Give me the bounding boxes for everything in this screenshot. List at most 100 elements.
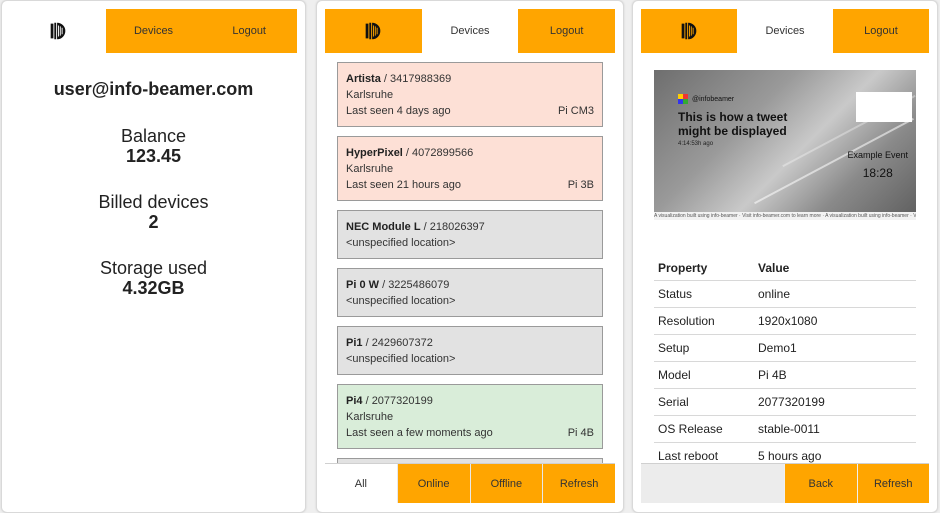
table-row: Last reboot 5 hours ago: [654, 442, 916, 463]
tab-logout[interactable]: Logout: [833, 9, 929, 53]
device-separator: /: [362, 337, 372, 349]
back-button[interactable]: Back: [784, 464, 857, 503]
tweet-time: 4:14:53h ago: [678, 141, 714, 147]
tab-devices[interactable]: Devices: [737, 9, 833, 53]
device-name: Pi1: [346, 337, 363, 349]
table-row: OS Release stable-0011: [654, 415, 916, 443]
property-value: Demo1: [754, 334, 916, 362]
device-serial: 4072899566: [412, 147, 474, 159]
storage-label: Storage used: [99, 258, 208, 278]
top-nav: Devices Logout: [10, 9, 297, 53]
news-ticker: A visualization built using info-beamer …: [654, 212, 916, 220]
action-bar-spacer: [641, 464, 784, 503]
table-row: Status online: [654, 280, 916, 308]
event-name: Example Event: [847, 150, 908, 160]
top-nav: Devices Logout: [641, 9, 929, 53]
info-beamer-logo-icon: [365, 22, 381, 40]
refresh-button[interactable]: Refresh: [542, 464, 615, 503]
screenshot-preview: @infobeamer This is how a tweet might be…: [654, 70, 916, 220]
device-serial: 2077320199: [371, 395, 433, 407]
device-location: Karlsruhe: [346, 411, 394, 423]
tab-logout[interactable]: Logout: [518, 9, 615, 53]
tweet-text: This is how a tweet might be displayed: [678, 110, 788, 138]
property-key: Serial: [654, 388, 754, 416]
device-location: <unspecified location>: [346, 237, 456, 249]
refresh-button[interactable]: Refresh: [856, 464, 929, 503]
billed-devices-value: 2: [148, 212, 159, 232]
device-detail[interactable]: @infobeamer This is how a tweet might be…: [641, 53, 929, 463]
table-row: Serial 2077320199: [654, 388, 916, 416]
device-card[interactable]: Pi4 / 2077320199 Karlsruhe Last seen a f…: [337, 384, 603, 449]
filter-bar: All Online Offline Refresh: [325, 463, 615, 503]
device-separator: /: [402, 147, 413, 159]
property-key: Resolution: [654, 307, 754, 335]
property-key: Status: [654, 280, 754, 308]
device-separator: /: [420, 221, 430, 233]
device-card[interactable]: Pi1 / 2429607372 <unspecified location>: [337, 326, 603, 375]
property-key: OS Release: [654, 415, 754, 443]
devices-panel: Devices Logout Artista / 3417988369 Karl…: [325, 9, 615, 503]
tab-devices[interactable]: Devices: [421, 9, 519, 53]
account-panel: Devices Logout user@info-beamer.com Bala…: [10, 9, 297, 503]
device-name: Pi 0 W: [346, 279, 380, 291]
event-box: Example Event 18:28: [847, 150, 908, 180]
device-serial: 3417988369: [390, 73, 452, 85]
device-location: Karlsruhe: [346, 89, 394, 101]
device-card[interactable]: HyperPixel / 4072899566 Karlsruhe Last s…: [337, 136, 603, 201]
device-separator: /: [380, 73, 391, 85]
column-header-property: Property: [654, 256, 754, 281]
device-separator: /: [379, 279, 389, 291]
device-model: Pi 3B: [567, 179, 594, 191]
property-value: 1920x1080: [754, 307, 916, 335]
device-last-seen: Last seen a few moments ago: [346, 427, 493, 439]
top-nav: Devices Logout: [325, 9, 615, 53]
device-last-seen: Last seen 21 hours ago: [346, 179, 461, 191]
device-detail-panel: Devices Logout @infobeamer This is how a…: [641, 9, 929, 503]
device-card[interactable]: Artista / 3417988369 Karlsruhe Last seen…: [337, 62, 603, 127]
device-separator: /: [362, 395, 372, 407]
table-header-row: Property Value: [654, 256, 916, 281]
filter-all-button[interactable]: All: [325, 464, 397, 503]
property-value: Pi 4B: [754, 361, 916, 389]
logo-tab[interactable]: [10, 9, 106, 53]
table-row: Model Pi 4B: [654, 361, 916, 389]
event-time: 18:28: [862, 166, 893, 180]
device-location: <unspecified location>: [346, 353, 456, 365]
device-list[interactable]: Artista / 3417988369 Karlsruhe Last seen…: [325, 53, 615, 463]
tab-devices[interactable]: Devices: [106, 9, 202, 53]
storage-stat: Storage used 4.32GB: [10, 258, 297, 298]
property-value: online: [754, 280, 916, 308]
table-row: Resolution 1920x1080: [654, 307, 916, 335]
balance-label: Balance: [120, 126, 187, 146]
filter-offline-button[interactable]: Offline: [469, 464, 543, 503]
device-card[interactable]: Pi 0 W / 3225486079 <unspecified locatio…: [337, 268, 603, 317]
device-model: Pi CM3: [557, 105, 594, 117]
property-value: 2077320199: [754, 388, 916, 416]
detail-action-bar: Back Refresh: [641, 463, 929, 503]
logo-tab[interactable]: [325, 9, 422, 53]
account-email: user@info-beamer.com: [53, 79, 254, 99]
device-name: Pi4: [346, 395, 363, 407]
logo-tab[interactable]: [641, 9, 737, 53]
property-key: Setup: [654, 334, 754, 362]
device-serial: 3225486079: [388, 279, 450, 291]
device-model: Pi 4B: [567, 427, 594, 439]
table-row: Setup Demo1: [654, 334, 916, 362]
device-name: Artista: [346, 73, 381, 85]
tab-logout[interactable]: Logout: [201, 9, 297, 53]
filter-online-button[interactable]: Online: [396, 464, 470, 503]
device-serial: 218026397: [429, 221, 485, 233]
column-header-value: Value: [754, 256, 916, 281]
tweet-handle: @infobeamer: [692, 95, 735, 103]
property-value: stable-0011: [754, 415, 916, 443]
device-location: <unspecified location>: [346, 295, 456, 307]
info-beamer-logo-icon: [681, 22, 697, 40]
info-beamer-logo-icon: [50, 22, 66, 40]
billed-devices-stat: Billed devices 2: [10, 192, 297, 232]
property-key: Last reboot: [654, 442, 754, 463]
account-summary: user@info-beamer.com Balance 123.45 Bill…: [10, 53, 297, 298]
device-card[interactable]: NEC Module L / 218026397 <unspecified lo…: [337, 210, 603, 259]
property-key: Model: [654, 361, 754, 389]
twitter-avatar-icon: [678, 94, 688, 104]
tweet-card: @infobeamer This is how a tweet might be…: [678, 94, 808, 147]
